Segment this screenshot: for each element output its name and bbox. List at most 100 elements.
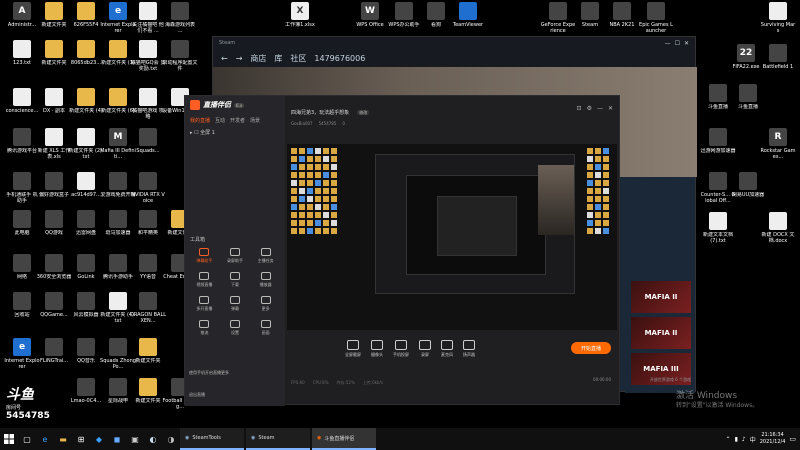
mobile-tip[interactable]: 使用手机开启直播更多 xyxy=(189,370,229,376)
gift-icon[interactable]: ⊡ xyxy=(577,105,582,112)
desktop-icon[interactable]: NVIDIA RTX Voice xyxy=(130,172,166,204)
taskbar-task[interactable]: ◉ Steam xyxy=(246,428,310,450)
toolbox-item[interactable]: 设置 xyxy=(220,320,251,336)
desktop-icon[interactable]: 腾讯游戏平台 xyxy=(4,128,40,154)
desktop-icon[interactable]: R Rockstar Games... xyxy=(760,128,796,160)
app-icon[interactable]: ▣ xyxy=(126,428,144,450)
notification-icon[interactable]: ▭ xyxy=(789,435,796,443)
toolbox-item[interactable]: 播放器 xyxy=(250,272,281,288)
desktop-icon[interactable]: 风云模拟器 xyxy=(68,292,104,318)
desktop-icon[interactable]: 新建文件夹 (2).txt xyxy=(68,128,104,160)
desktop-icon[interactable]: 626F55F4 xyxy=(68,2,104,28)
desktop-icon[interactable]: GeForce Experience xyxy=(540,2,576,34)
desktop-icon[interactable]: YY语音 xyxy=(130,254,166,280)
desktop-icon[interactable]: Lmao-0C4... xyxy=(68,378,104,404)
app-icon[interactable]: ◆ xyxy=(90,428,108,450)
ime-icon[interactable]: 中 xyxy=(750,435,756,444)
desktop-icon[interactable]: Battlefield 1 xyxy=(760,44,796,70)
desktop-icon[interactable]: 新建文件夹 xyxy=(36,2,72,28)
close-icon[interactable]: ✕ xyxy=(608,105,613,112)
desktop-icon[interactable]: 迅游网游加速器 xyxy=(700,128,736,154)
desktop-icon[interactable]: 海森游戏列表 ... xyxy=(162,2,198,34)
desktop-icon[interactable]: A Administr... xyxy=(4,2,40,28)
explorer-icon[interactable]: ▬ xyxy=(54,428,72,450)
desktop-icon[interactable]: WPS办公助手 xyxy=(386,2,422,28)
back-arrow-icon[interactable]: ← xyxy=(221,54,228,63)
desktop-icon[interactable]: 360安全浏览器 xyxy=(36,254,72,280)
desktop-icon[interactable]: Surviving Mars xyxy=(760,2,796,34)
desktop-icon[interactable]: QQGame... xyxy=(36,292,72,318)
douyu-tab[interactable]: 我的直播 xyxy=(190,117,210,124)
desktop-icon[interactable]: TeamViewer xyxy=(450,2,486,28)
settings-icon[interactable]: ⚙ xyxy=(587,105,592,112)
desktop-icon[interactable]: ac914d97... xyxy=(68,172,104,198)
desktop-icon[interactable]: 新建文件夹 (4) xyxy=(68,88,104,114)
desktop-icon[interactable]: Steam xyxy=(572,2,608,28)
desktop-icon[interactable]: 迅雷网盘 xyxy=(68,210,104,236)
network-icon[interactable]: ▮ xyxy=(735,436,738,443)
douyu-tab[interactable]: 场景 xyxy=(250,117,260,124)
toolbox-item[interactable]: 画面 xyxy=(250,320,281,336)
desktop-icon[interactable]: e Internet Explorer xyxy=(4,338,40,370)
desktop-icon[interactable]: NBA 2K21 xyxy=(604,2,640,28)
clock[interactable]: 21:16:34 2021/12/4 xyxy=(760,432,786,446)
source-button[interactable]: 手机投屏 xyxy=(393,340,409,358)
store-icon[interactable]: ⊞ xyxy=(72,428,90,450)
source-button[interactable]: 摄像头 xyxy=(371,340,383,358)
desktop-icon[interactable]: 橘猫吧GQ会 员奖励.txt xyxy=(130,40,166,72)
live-preview[interactable] xyxy=(287,144,617,330)
desktop-icon[interactable]: 橘猫吧游戏 攻略 xyxy=(130,88,166,120)
app-icon[interactable]: ◑ xyxy=(162,428,180,450)
desktop-icon[interactable]: QQ游戏 xyxy=(36,210,72,236)
desktop-icon[interactable]: QQ音乐 xyxy=(68,338,104,364)
source-button[interactable]: 录屏 xyxy=(419,340,431,358)
desktop-icon[interactable]: FLiNGTrai... xyxy=(36,338,72,364)
toolbox-item[interactable]: 弹幕 xyxy=(220,296,251,312)
nav-library[interactable]: 库 xyxy=(274,53,282,64)
desktop-icon[interactable]: 启动程序配置文件 xyxy=(162,40,198,72)
game-card[interactable]: MAFIA II xyxy=(631,317,691,349)
minimize-icon[interactable]: — xyxy=(665,40,671,47)
douyu-tab[interactable]: 开发者 xyxy=(230,117,245,124)
task-view-icon[interactable]: ▢ xyxy=(18,428,36,450)
exit-live-link[interactable]: 退出直播 xyxy=(189,392,205,398)
desktop-icon[interactable]: 此电脑 xyxy=(4,210,40,236)
desktop-icon[interactable]: 新建文件夹 xyxy=(130,338,166,364)
app-icon[interactable]: ◐ xyxy=(144,428,162,450)
desktop-icon[interactable]: 网络 xyxy=(4,254,40,280)
steam-titlebar[interactable]: Steam — ☐ ✕ xyxy=(213,37,695,49)
douyu-tab[interactable]: 互动 xyxy=(215,117,225,124)
desktop-icon[interactable]: 关注橘猫吧 他们不看 ... xyxy=(130,2,166,34)
toolbox-item[interactable]: 更多 xyxy=(250,296,281,312)
desktop-icon[interactable]: X 工作簿1.xlsx xyxy=(282,2,318,28)
douyu-live-window[interactable]: 直播伴侣 6.x 我的直播 互动 开发者 场景 ▸ ☐ 全屏 1 工具箱 弹幕助手 录屏… xyxy=(184,95,620,406)
toolbox-item[interactable]: 主播任务 xyxy=(250,248,281,264)
start-live-button[interactable]: 开始直播 xyxy=(571,342,611,354)
desktop-icon[interactable]: DRAGON BALL XEN... xyxy=(130,292,166,324)
desktop-icon[interactable]: conscience... xyxy=(4,88,40,114)
steam-user-id[interactable]: 1479676006 xyxy=(314,54,365,63)
desktop-icon[interactable]: 新建 XLS 工作表.xls xyxy=(36,128,72,160)
desktop-icon[interactable]: W WPS Office xyxy=(352,2,388,28)
desktop-icon[interactable]: 手机通联手 机助手 xyxy=(4,172,40,204)
nav-community[interactable]: 社区 xyxy=(290,53,306,64)
toolbox-item[interactable]: 多开直播 xyxy=(189,296,220,312)
desktop-icon[interactable]: 新建文件夹 xyxy=(36,40,72,66)
source-button[interactable]: 扬声器 xyxy=(463,340,475,358)
source-button[interactable]: 全屏截屏 xyxy=(345,340,361,358)
forward-arrow-icon[interactable]: → xyxy=(236,54,243,63)
desktop-icon[interactable]: 新建文件夹 xyxy=(130,378,166,404)
desktop-icon[interactable]: 网易UU加速器 xyxy=(730,172,766,198)
source-button[interactable]: 麦克风 xyxy=(441,340,453,358)
desktop-icon[interactable]: 回收站 xyxy=(4,292,40,318)
app-icon[interactable]: ◼ xyxy=(108,428,126,450)
taskbar-task[interactable]: ◉ 斗鱼直播伴侣 xyxy=(312,428,376,450)
modify-button[interactable]: 修改 xyxy=(357,110,370,115)
desktop-icon[interactable]: 偏好游戏盒子 xyxy=(36,172,72,198)
desktop-icon[interactable]: 和平精英 xyxy=(130,210,166,236)
desktop-icon[interactable]: 22 FIFA22.exe xyxy=(728,44,764,70)
nav-store[interactable]: 商店 xyxy=(250,53,266,64)
volume-icon[interactable]: ♪ xyxy=(742,436,746,443)
toolbox-item[interactable]: 视频直播 xyxy=(189,272,220,288)
desktop-icon[interactable]: 看狗 xyxy=(418,2,454,28)
